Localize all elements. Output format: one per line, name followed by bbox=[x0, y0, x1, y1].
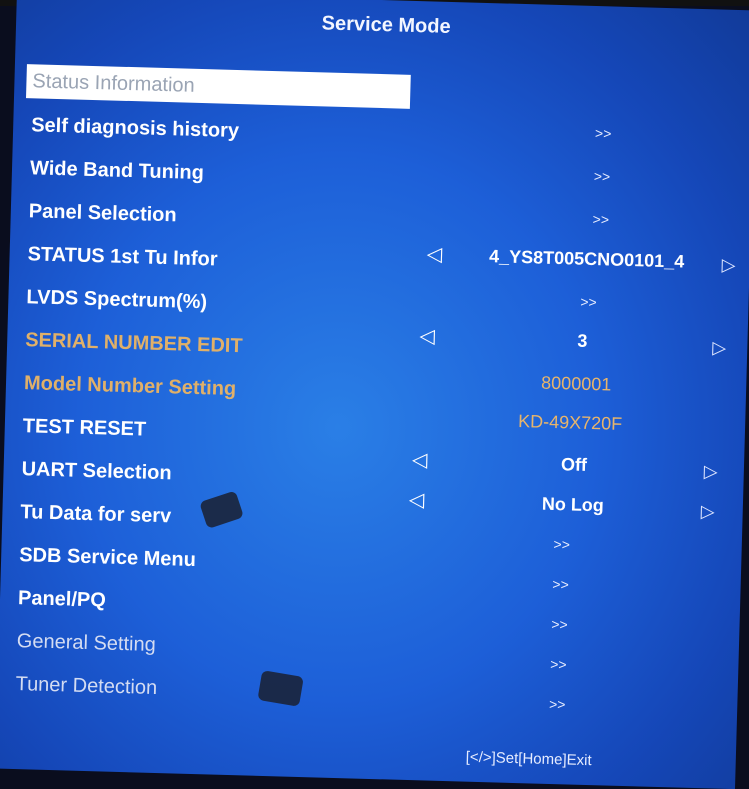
menu-item-uart-selection[interactable]: UART Selection bbox=[15, 452, 172, 490]
left-arrow-icon[interactable]: ◁ bbox=[419, 321, 435, 351]
value-extra-arrow[interactable]: >> bbox=[527, 688, 588, 720]
menu-item-panel-selection[interactable]: Panel Selection bbox=[22, 194, 177, 232]
service-mode-screen: Service Mode Status Information Self dia… bbox=[0, 0, 749, 789]
screen-smudge bbox=[257, 670, 304, 707]
value-sdb-arrow[interactable]: >> bbox=[531, 528, 592, 560]
menu-item-tuner-detection[interactable]: Tuner Detection bbox=[9, 667, 157, 705]
value-tuner-detection-arrow[interactable]: >> bbox=[528, 648, 589, 680]
menu-item-serial-number-edit[interactable]: SERIAL NUMBER EDIT bbox=[19, 323, 243, 363]
right-arrow-icon[interactable]: ▷ bbox=[721, 250, 736, 280]
left-arrow-icon[interactable]: ◁ bbox=[409, 485, 425, 515]
footer-hint: [</>]Set[Home]Exit bbox=[465, 748, 592, 770]
menu-item-model-number-setting[interactable]: Model Number Setting bbox=[18, 366, 237, 406]
screen-title: Service Mode bbox=[321, 12, 451, 38]
menu-item-status-information[interactable]: Status Information bbox=[25, 64, 411, 109]
right-arrow-icon[interactable]: ▷ bbox=[703, 456, 718, 486]
value-model-number-setting: 8000001 bbox=[540, 372, 612, 395]
menu-item-self-diagnosis-history[interactable]: Self diagnosis history bbox=[25, 108, 240, 148]
value-wide-band-arrow[interactable]: >> bbox=[572, 160, 633, 192]
value-lvds-arrow[interactable]: >> bbox=[558, 286, 619, 318]
menu-item-general-setting[interactable]: General Setting bbox=[10, 624, 157, 662]
right-arrow-icon[interactable]: ▷ bbox=[700, 496, 715, 526]
menu-item-lvds-spectrum[interactable]: LVDS Spectrum(%) bbox=[20, 280, 208, 319]
menu-item-wide-band-tuning[interactable]: Wide Band Tuning bbox=[24, 151, 205, 190]
value-test-reset: KD-49X720F bbox=[517, 410, 623, 434]
menu-item-tu-data-for-serv[interactable]: Tu Data for serv bbox=[14, 495, 172, 533]
right-arrow-icon[interactable]: ▷ bbox=[712, 332, 727, 362]
value-status-1st-tu-infor: 4_YS8T005CNO0101_4 bbox=[488, 246, 685, 272]
value-uart-selection: Off bbox=[560, 454, 588, 475]
menu-item-panel-pq[interactable]: Panel/PQ bbox=[12, 581, 107, 618]
value-panel-pq-arrow[interactable]: >> bbox=[530, 568, 591, 600]
value-general-setting-arrow[interactable]: >> bbox=[529, 608, 590, 640]
menu-item-test-reset[interactable]: TEST RESET bbox=[16, 409, 147, 447]
value-panel-selection-arrow[interactable]: >> bbox=[570, 203, 631, 235]
menu-item-status-1st-tu-infor[interactable]: STATUS 1st Tu Infor bbox=[21, 237, 218, 276]
left-arrow-icon[interactable]: ◁ bbox=[426, 239, 442, 269]
left-arrow-icon[interactable]: ◁ bbox=[412, 445, 428, 475]
value-tu-data-for-serv: No Log bbox=[541, 493, 605, 516]
value-serial-number-edit: 3 bbox=[577, 330, 588, 351]
value-self-diagnosis-arrow[interactable]: >> bbox=[573, 117, 634, 149]
screen-smudge bbox=[199, 490, 245, 530]
menu-item-sdb-service-menu[interactable]: SDB Service Menu bbox=[13, 538, 197, 577]
